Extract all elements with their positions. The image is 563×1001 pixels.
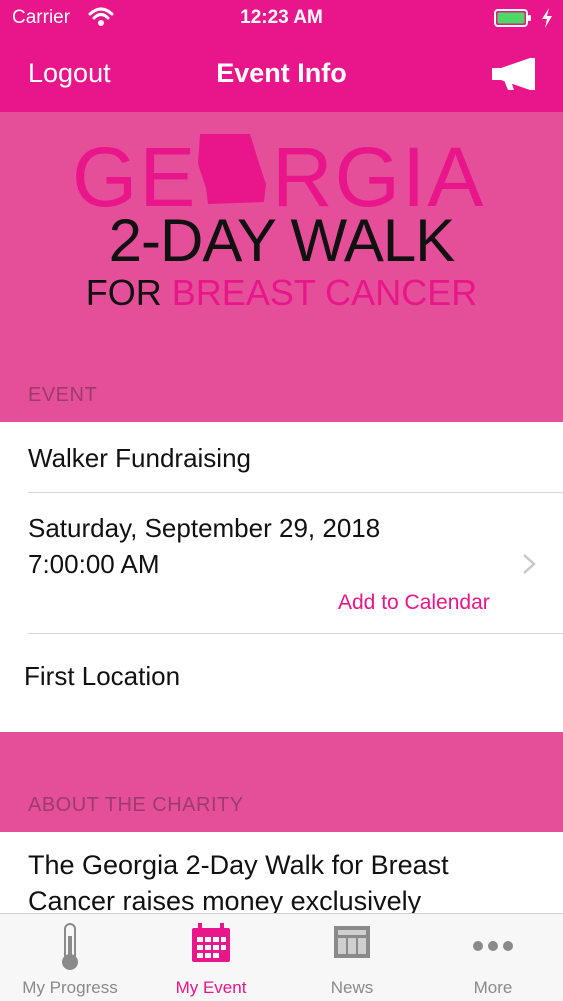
tab-label: My Progress [22, 978, 118, 997]
about-section-band: ABOUT THE CHARITY [0, 732, 563, 832]
battery-icon [494, 9, 531, 27]
svg-text:RGIA: RGIA [272, 130, 485, 214]
logo-line-breast-cancer: FOR BREAST CANCER [0, 272, 563, 314]
tab-label: News [330, 978, 374, 997]
tab-my-progress[interactable]: My Progress [0, 914, 140, 1001]
row-divider [28, 633, 563, 634]
logo-for-text: FOR [85, 272, 162, 313]
event-date-row[interactable]: Saturday, September 29, 2018 7:00:00 AM … [0, 493, 563, 633]
about-section-header: ABOUT THE CHARITY [28, 794, 244, 816]
more-dots-icon [473, 941, 513, 951]
tab-label: My Event [175, 978, 247, 997]
event-date-text: Saturday, September 29, 2018 [28, 513, 381, 543]
georgia-logo-wordmark: GE RGIA [72, 130, 485, 214]
georgia-state-icon [198, 134, 266, 204]
add-to-calendar-link[interactable]: Add to Calendar [338, 591, 490, 615]
tab-bar: My Progress My Event News More [0, 913, 563, 1001]
event-location-row: First Location [24, 661, 181, 691]
logo-line-2day-walk: 2-DAY WALK [108, 207, 456, 274]
tab-label: More [473, 978, 513, 997]
calendar-icon [192, 923, 230, 962]
chevron-right-icon [523, 554, 536, 574]
megaphone-icon[interactable] [490, 56, 538, 92]
charging-bolt-icon [542, 8, 552, 28]
event-section-header: EVENT [28, 384, 98, 406]
svg-text:GE: GE [72, 130, 197, 214]
event-time-text: 7:00:00 AM [28, 549, 160, 579]
logo-breast-cancer-text: BREAST CANCER [171, 272, 478, 313]
status-bar: Carrier 12:23 AM [0, 0, 563, 38]
tab-my-event[interactable]: My Event [141, 914, 281, 1001]
thermometer-icon [62, 923, 78, 970]
navigation-bar: Logout Event Info [0, 38, 563, 112]
event-hero-banner: GE RGIA 2-DAY WALK FOR BREAST CANCER EVE… [0, 112, 563, 422]
tab-more[interactable]: More [423, 914, 563, 1001]
event-name-row: Walker Fundraising [28, 443, 252, 473]
clock-time: 12:23 AM [240, 7, 323, 28]
about-text-line-1: The Georgia 2-Day Walk for Breast [28, 850, 449, 880]
tab-news[interactable]: News [282, 914, 422, 1001]
newspaper-icon [334, 926, 370, 958]
page-title: Event Info [216, 58, 347, 88]
